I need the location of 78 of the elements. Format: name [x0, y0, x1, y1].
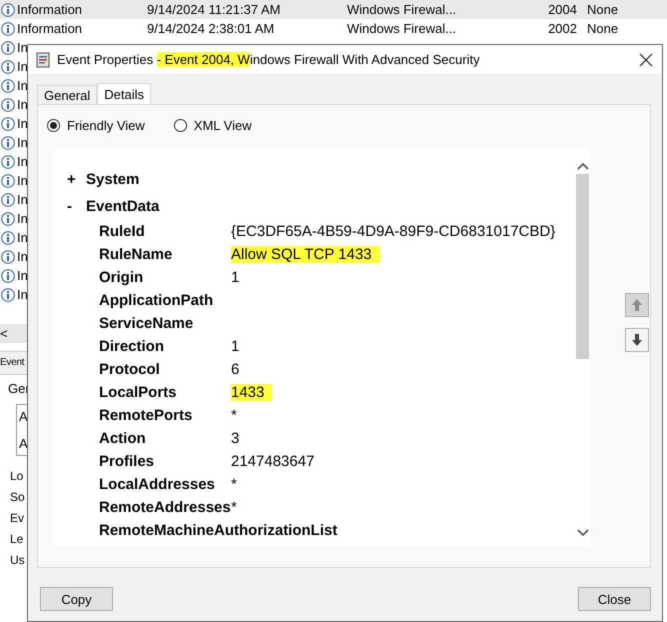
arrow-down-icon: [631, 333, 643, 347]
field-label: Us: [10, 552, 26, 569]
field-label: Ev: [10, 510, 26, 527]
field-name: RuleId: [99, 223, 146, 240]
field-value: 3: [231, 430, 240, 447]
scroll-down-icon[interactable]: [576, 529, 588, 537]
level-cell: In: [17, 78, 27, 93]
event-log-icon: [36, 52, 50, 68]
level-cell: In: [17, 211, 27, 226]
node-label: EventData: [86, 198, 160, 215]
field-name: RuleName: [99, 246, 174, 263]
arrow-up-icon: [631, 298, 643, 312]
info-icon: [1, 2, 15, 16]
event-id-cell-text: 2004: [547, 2, 577, 17]
scroll-up-icon[interactable]: [576, 162, 588, 170]
date-cell-text: 9/14/2024 11:21:37 AM: [147, 2, 282, 17]
level-cell: In: [17, 287, 27, 302]
level-cell: In: [17, 249, 27, 264]
event-id-cell-text: 2002: [547, 21, 577, 36]
next-event-button[interactable]: [625, 328, 649, 352]
level-cell: In: [17, 40, 27, 55]
field-value: *: [231, 476, 237, 493]
level-cell-text: Information: [17, 21, 84, 36]
field-name: RemoteAddresses: [99, 499, 231, 516]
toggle-sign[interactable]: -: [67, 198, 86, 215]
field-name: ServiceName: [99, 315, 194, 332]
dialog-button[interactable]: Copy: [40, 587, 113, 611]
dialog-button[interactable]: Close: [578, 587, 651, 611]
tab[interactable]: General: [37, 85, 98, 104]
field-name: RemotePorts: [99, 407, 194, 424]
node-label: System: [86, 171, 140, 188]
scroll-left-button[interactable]: <: [0, 324, 27, 343]
field-value: 1433: [231, 384, 272, 401]
field-name: Origin: [99, 269, 144, 286]
pane-header: Event: [0, 351, 27, 375]
level-cell: In: [17, 154, 27, 169]
info-icon: [1, 22, 15, 36]
field-value: *: [231, 499, 237, 516]
level-cell: In: [17, 59, 27, 74]
field-label: So: [10, 489, 26, 506]
level-cell: In: [17, 97, 27, 112]
source-cell-text: Windows Firewal...: [347, 21, 458, 36]
scrollbar-thumb[interactable]: [576, 174, 589, 359]
field-name: Action: [99, 430, 147, 447]
field-name: Direction: [99, 338, 166, 355]
close-icon[interactable]: [638, 52, 654, 68]
field-value: 6: [231, 361, 240, 378]
level-cell: In: [17, 192, 27, 207]
window-title: Event Properties - Event 2004, Windows Firewall With Advanced Security: [57, 52, 481, 67]
field-value: 1: [231, 269, 240, 286]
category-cell-text: None: [586, 21, 620, 36]
toggle-sign[interactable]: +: [67, 171, 86, 188]
field-value: 2147483647: [231, 453, 314, 470]
field-value: *: [231, 407, 237, 424]
field-name: LocalPorts: [99, 384, 178, 401]
field-value: {EC3DF65A-4B59-4D9A-89F9-CD6831017CBD}: [231, 223, 556, 240]
field-name: Protocol: [99, 361, 161, 378]
level-cell: In: [17, 268, 27, 283]
date-cell-text: 9/14/2024 2:38:01 AM: [147, 21, 276, 36]
level-cell: In: [17, 230, 27, 245]
field-label: Lo: [10, 468, 24, 485]
view-radio[interactable]: Friendly View: [47, 118, 145, 133]
field-name: ApplicationPath: [99, 292, 214, 309]
level-cell: In: [17, 173, 27, 188]
field-name: LocalAddresses: [99, 476, 216, 493]
field-value: Allow SQL TCP 1433: [231, 246, 380, 263]
level-cell: In: [17, 116, 27, 131]
field-value: 1: [231, 338, 240, 355]
level-cell-text: Information: [17, 2, 84, 17]
view-radio[interactable]: XML View: [174, 118, 252, 133]
field-name: Profiles: [99, 453, 156, 470]
field-name: RemoteMachineAuthorizationList: [99, 522, 338, 539]
category-cell-text: None: [586, 2, 620, 17]
tab[interactable]: Details: [97, 83, 151, 104]
level-cell: In: [17, 135, 27, 150]
event-row[interactable]: Information 9/14/2024 11:21:37 AM Windows Firewal... 2004 None: [0, 0, 667, 19]
source-cell-text: Windows Firewal...: [347, 2, 458, 17]
field-label: Le: [10, 531, 24, 548]
